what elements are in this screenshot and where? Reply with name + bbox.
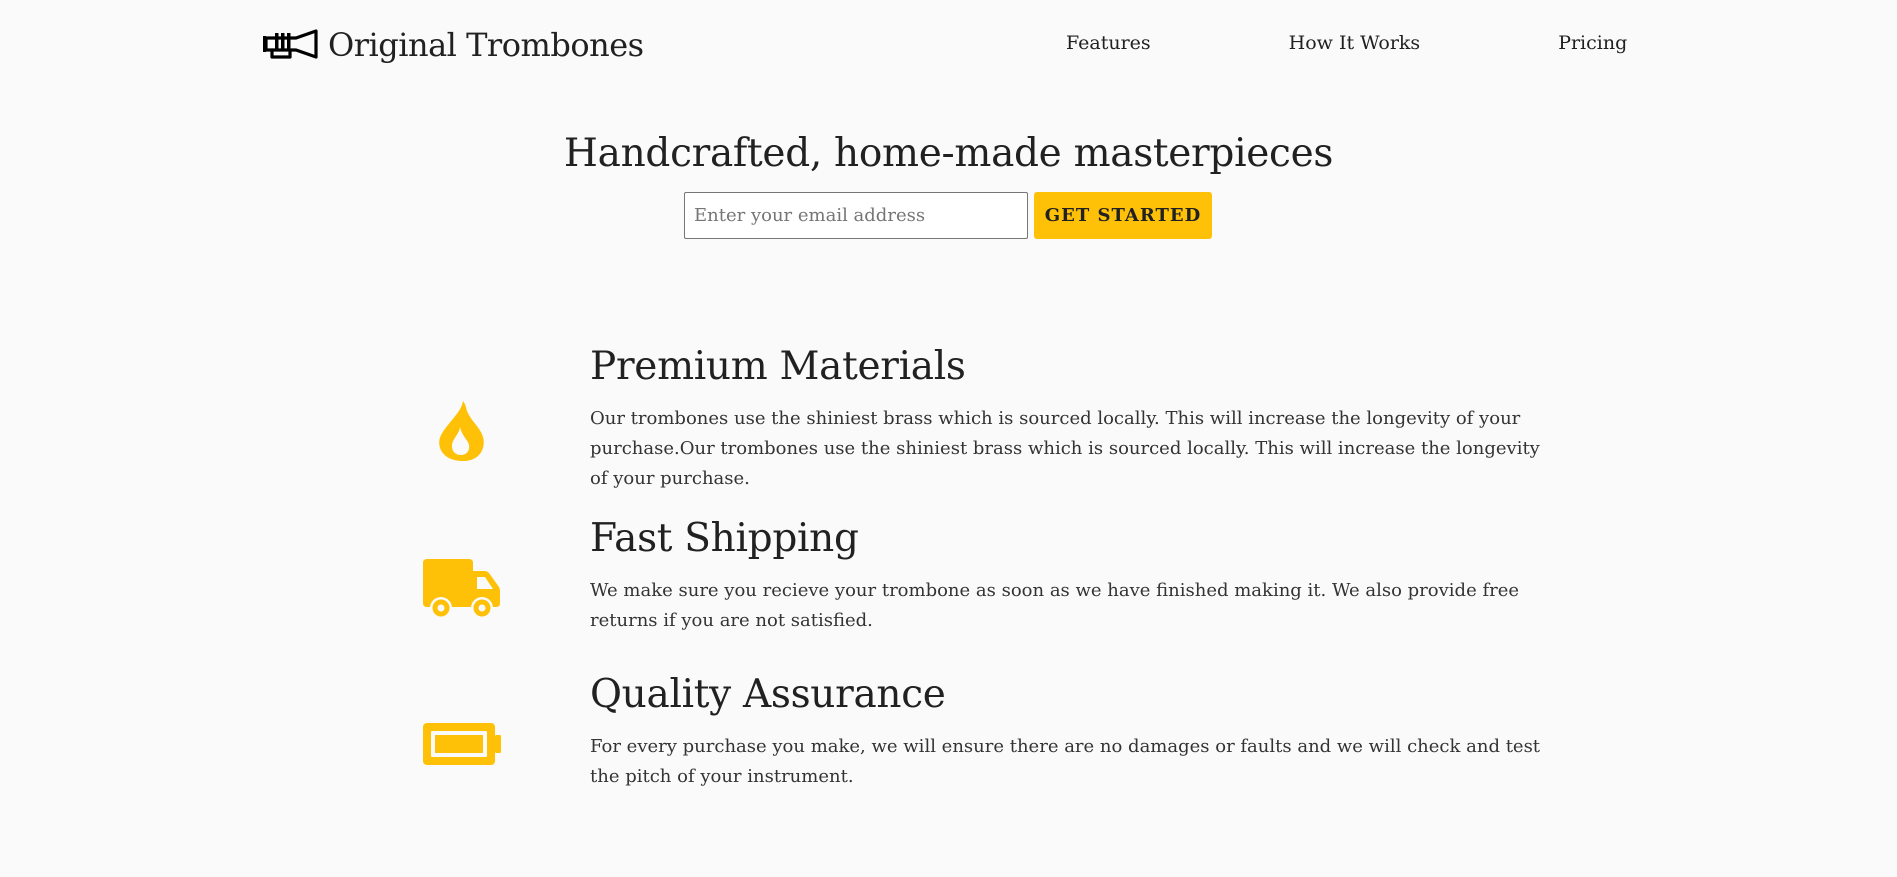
fire-icon <box>412 396 512 466</box>
brand-logo-link[interactable]: Original Trombones <box>262 26 644 64</box>
battery-full-icon <box>412 714 512 774</box>
feature-description: Our trombones use the shiniest brass whi… <box>590 408 1540 489</box>
truck-icon <box>412 552 512 622</box>
email-input[interactable] <box>684 192 1028 239</box>
nav-link-features[interactable]: Features <box>1066 30 1151 56</box>
signup-form: GET STARTED <box>684 192 1212 239</box>
get-started-button[interactable]: GET STARTED <box>1034 192 1212 239</box>
nav-link-how-it-works[interactable]: How It Works <box>1289 30 1421 56</box>
feature-title: Premium Materials <box>590 344 966 389</box>
landing-page: Original Trombones Features How It Works… <box>0 0 1897 877</box>
nav-link-pricing[interactable]: Pricing <box>1558 30 1627 56</box>
feature-body: Premium Materials Our trombones use the … <box>590 344 1560 494</box>
feature-body: Fast Shipping We make sure you recieve y… <box>590 516 1560 636</box>
feature-title: Quality Assurance <box>590 672 946 717</box>
main-nav: Features How It Works Pricing <box>1066 30 1627 56</box>
hero-title: Handcrafted, home-made masterpieces <box>563 131 1334 176</box>
site-header: Original Trombones Features How It Works… <box>0 0 1897 90</box>
feature-title: Fast Shipping <box>590 516 859 561</box>
feature-body: Quality Assurance For every purchase you… <box>590 672 1560 792</box>
trumpet-icon <box>262 28 318 62</box>
feature-description: We make sure you recieve your trombone a… <box>590 580 1520 631</box>
feature-description: For every purchase you make, we will ens… <box>590 736 1541 787</box>
brand-name: Original Trombones <box>328 26 644 64</box>
